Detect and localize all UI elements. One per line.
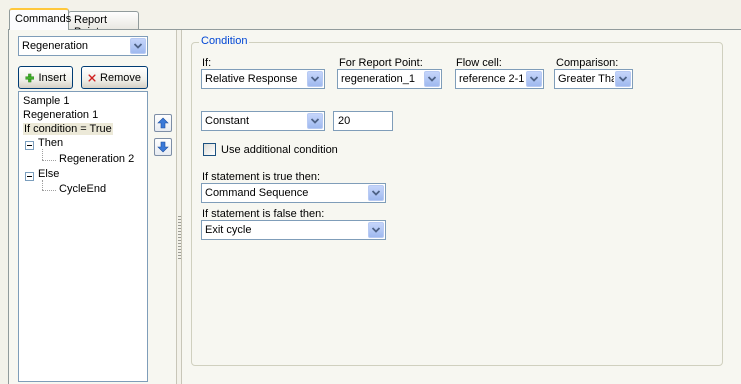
flow-cell-value: reference 2-1: [459, 73, 525, 85]
remove-button[interactable]: Remove: [81, 66, 148, 89]
comparison-value: Greater Than: [558, 73, 614, 85]
list-item-regeneration[interactable]: Regeneration 1: [23, 109, 98, 121]
tree-connector: [42, 160, 56, 161]
report-point-value: regeneration_1: [341, 73, 416, 85]
remove-x-icon: [88, 73, 96, 82]
chevron-down-icon: [307, 113, 323, 129]
arrow-up-icon: [157, 117, 169, 129]
chevron-down-icon: [368, 185, 384, 201]
additional-condition-checkbox[interactable]: [203, 143, 216, 156]
if-select-value: Relative Response: [205, 73, 298, 85]
false-action-select[interactable]: Exit cycle: [201, 220, 386, 240]
chevron-down-icon: [526, 71, 542, 87]
move-up-button[interactable]: [154, 114, 172, 132]
chevron-down-icon: [615, 71, 631, 87]
tab-commands-label: Commands: [15, 13, 72, 25]
additional-condition-label: Use additional condition: [221, 144, 338, 156]
command-type-value: Regeneration: [22, 40, 89, 52]
operand-type-value: Constant: [205, 115, 250, 127]
arrow-down-icon: [157, 141, 169, 153]
command-type-select[interactable]: Regeneration: [18, 36, 148, 56]
report-point-label: For Report Point:: [339, 57, 423, 69]
insert-button[interactable]: Insert: [18, 66, 73, 89]
panel-splitter[interactable]: [176, 30, 182, 384]
tree-item-then[interactable]: Then: [38, 137, 63, 149]
collapse-then-icon[interactable]: [25, 141, 34, 150]
tree-connector: [42, 149, 43, 160]
operand-value-input[interactable]: 20: [333, 111, 393, 131]
flow-cell-select[interactable]: reference 2-1: [455, 69, 544, 89]
if-label: If:: [202, 57, 212, 69]
insert-button-label: Insert: [38, 71, 66, 84]
plus-icon: [25, 73, 35, 82]
move-down-button[interactable]: [154, 138, 172, 156]
collapse-else-icon[interactable]: [25, 172, 34, 181]
tree-item-then-child[interactable]: Regeneration 2: [59, 153, 134, 165]
true-action-label: If statement is true then:: [202, 171, 321, 183]
comparison-label: Comparison:: [556, 57, 619, 69]
chevron-down-icon: [130, 38, 146, 54]
true-action-value: Command Sequence: [205, 187, 309, 199]
tree-item-else[interactable]: Else: [38, 168, 59, 180]
list-item-condition[interactable]: If condition = True: [23, 123, 113, 135]
false-action-label: If statement is false then:: [202, 208, 325, 220]
remove-button-label: Remove: [100, 71, 141, 84]
condition-group-title: Condition: [199, 35, 250, 47]
comparison-select[interactable]: Greater Than: [554, 69, 633, 89]
tab-report-points[interactable]: Report Points: [68, 11, 139, 38]
true-action-select[interactable]: Command Sequence: [201, 183, 386, 203]
if-select[interactable]: Relative Response: [201, 69, 325, 89]
chevron-down-icon: [424, 71, 440, 87]
condition-group: [191, 42, 723, 366]
tree-item-else-child[interactable]: CycleEnd: [59, 183, 106, 195]
tree-connector: [42, 190, 56, 191]
false-action-value: Exit cycle: [205, 224, 252, 236]
tab-commands[interactable]: Commands: [9, 8, 72, 30]
operand-type-select[interactable]: Constant: [201, 111, 325, 131]
chevron-down-icon: [368, 222, 384, 238]
chevron-down-icon: [307, 71, 323, 87]
report-point-select[interactable]: regeneration_1: [337, 69, 442, 89]
list-item-sample[interactable]: Sample 1: [23, 95, 69, 107]
command-list[interactable]: Sample 1 Regeneration 1 If condition = T…: [18, 91, 148, 382]
splitter-grip-icon: [178, 216, 181, 260]
flow-cell-label: Flow cell:: [456, 57, 502, 69]
tree-connector: [42, 180, 43, 190]
